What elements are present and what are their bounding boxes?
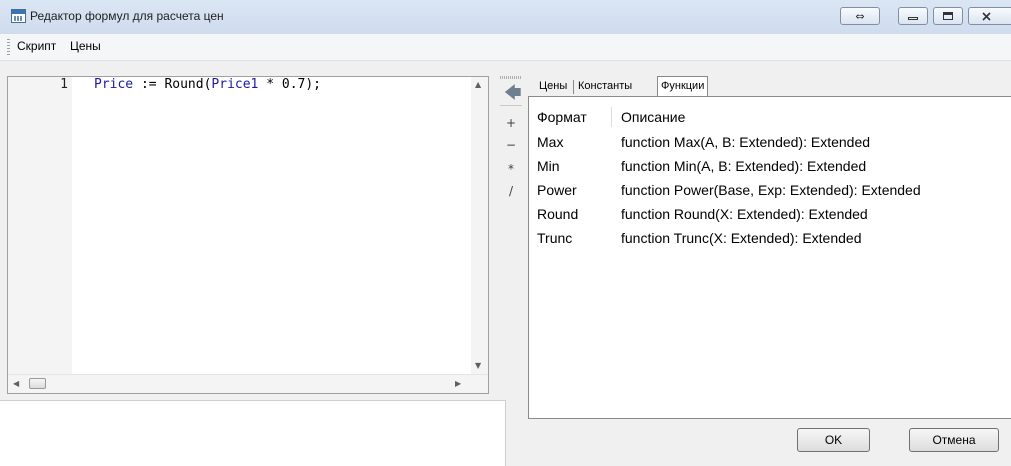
code-token-price1: Price1 — [211, 77, 259, 92]
code-line[interactable]: Price := Round(Price1 * 0.7); — [94, 77, 321, 92]
maximize-button[interactable] — [933, 7, 963, 25]
function-row[interactable]: Power function Power(Base, Exp: Extended… — [529, 182, 1009, 206]
scroll-down-icon[interactable]: ▼ — [475, 361, 481, 371]
minimize-icon — [908, 17, 918, 20]
code-token-round: := Round( — [133, 77, 212, 92]
menu-prices[interactable]: Цены — [70, 39, 101, 53]
cancel-button[interactable]: Отмена — [909, 428, 999, 452]
function-name: Round — [537, 206, 579, 222]
editor-horizontal-scrollbar[interactable]: ◀ ▶ — [8, 374, 488, 393]
message-area — [0, 400, 506, 466]
function-description: function Round(X: Extended): Extended — [621, 206, 868, 222]
formula-editor-window: Редактор формул для расчета цен ⇔ Скрипт… — [0, 0, 1011, 466]
function-name: Power — [537, 182, 577, 198]
close-button[interactable] — [968, 7, 1011, 25]
function-row[interactable]: Max function Max(A, B: Extended): Extend… — [529, 134, 1009, 158]
toolbar-grip — [500, 76, 522, 79]
tab-divider — [573, 80, 574, 94]
operator-plus-button[interactable]: + — [503, 116, 519, 130]
function-row[interactable]: Round function Round(X: Extended): Exten… — [529, 206, 1009, 230]
menu-bar: Скрипт Цены — [0, 34, 1011, 61]
tab-functions[interactable]: Функции — [657, 76, 709, 96]
menu-script[interactable]: Скрипт — [17, 39, 56, 53]
close-icon — [981, 11, 991, 21]
column-header-format[interactable]: Формат — [537, 109, 587, 125]
app-icon — [11, 9, 26, 23]
function-row[interactable]: Min function Min(A, B: Extended): Extend… — [529, 158, 1009, 182]
function-row[interactable]: Trunc function Trunc(X: Extended): Exten… — [529, 230, 1009, 254]
scroll-right-icon[interactable]: ▶ — [455, 379, 461, 389]
horizontal-scroll-thumb[interactable] — [29, 378, 46, 389]
window-title: Редактор формул для расчета цен — [30, 9, 224, 23]
insert-arrow-icon[interactable]: 🡄 — [504, 85, 522, 102]
column-divider[interactable] — [611, 107, 612, 127]
title-bar: Редактор формул для расчета цен ⇔ — [0, 0, 1011, 35]
code-token-rest: * 0.7); — [258, 77, 322, 92]
operator-divide-button[interactable]: / — [503, 184, 519, 198]
ok-button[interactable]: OK — [797, 428, 870, 452]
toolbar-separator — [500, 105, 522, 106]
script-editor[interactable]: 1 Price := Round(Price1 * 0.7); ▲ ▼ ◀ ▶ — [7, 76, 489, 394]
function-description: function Power(Base, Exp: Extended): Ext… — [621, 182, 921, 198]
operator-minus-button[interactable]: − — [503, 138, 519, 152]
tab-constants[interactable]: Константы — [575, 78, 635, 95]
function-description: function Max(A, B: Extended): Extended — [621, 134, 871, 150]
code-token-price: Price — [94, 77, 134, 92]
line-number-gutter: 1 — [8, 77, 72, 377]
column-header-description[interactable]: Описание — [621, 109, 685, 125]
scroll-up-icon[interactable]: ▲ — [475, 80, 481, 90]
operator-toolbar: 🡄 + − * / — [500, 76, 522, 416]
functions-panel: Формат Описание Max function Max(A, B: E… — [528, 96, 1011, 419]
operator-multiply-button[interactable]: * — [503, 162, 519, 176]
menu-grip — [7, 39, 10, 55]
swap-icon[interactable]: ⇔ — [840, 7, 880, 25]
maximize-icon — [943, 12, 953, 20]
function-name: Trunc — [537, 230, 573, 246]
function-name: Min — [537, 158, 560, 174]
line-number: 1 — [60, 77, 68, 92]
scroll-left-icon[interactable]: ◀ — [13, 379, 19, 389]
function-description: function Min(A, B: Extended): Extended — [621, 158, 867, 174]
tab-prices[interactable]: Цены — [536, 78, 570, 95]
function-description: function Trunc(X: Extended): Extended — [621, 230, 862, 246]
minimize-button[interactable] — [898, 7, 928, 25]
editor-vertical-scrollbar[interactable]: ▲ ▼ — [471, 77, 488, 375]
function-name: Max — [537, 134, 564, 150]
